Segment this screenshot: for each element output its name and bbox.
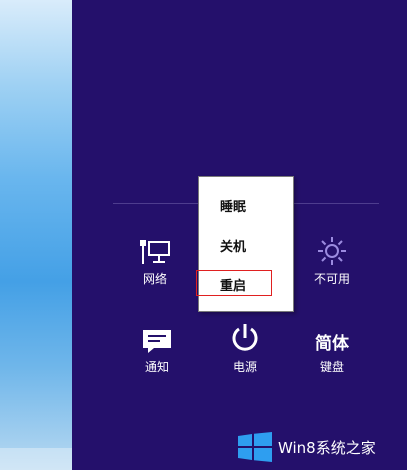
- windows-logo-icon: [238, 432, 272, 462]
- menu-item-shutdown-label: 关机: [220, 240, 247, 255]
- keyboard-layout-text: 简体: [315, 334, 349, 354]
- network-tile[interactable]: 网络: [110, 232, 200, 287]
- brightness-label: 不可用: [313, 272, 350, 286]
- brightness-tile[interactable]: 不可用: [287, 232, 377, 287]
- power-icon: [200, 320, 290, 354]
- keyboard-tile[interactable]: 简体 键盘: [287, 320, 377, 375]
- notifications-icon: [112, 320, 202, 354]
- brightness-icon: [287, 232, 377, 266]
- watermark-logo: Win8系统之家: [238, 432, 376, 462]
- menu-item-restart[interactable]: 重启: [196, 270, 272, 296]
- menu-item-sleep-label: 睡眠: [220, 200, 247, 215]
- watermark-text: Win8系统之家: [278, 438, 376, 457]
- desktop-background: [0, 0, 72, 470]
- keyboard-label: 键盘: [319, 360, 344, 374]
- menu-item-shutdown[interactable]: 关机: [199, 233, 293, 255]
- network-label: 网络: [142, 272, 167, 286]
- notifications-label: 通知: [144, 360, 169, 374]
- network-icon: [110, 232, 200, 266]
- menu-item-restart-label: 重启: [220, 279, 247, 294]
- power-label: 电源: [232, 360, 257, 374]
- notifications-tile[interactable]: 通知: [112, 320, 202, 375]
- power-tile[interactable]: 电源: [200, 320, 290, 375]
- power-menu: 睡眠 关机 重启: [196, 176, 294, 312]
- menu-item-sleep[interactable]: 睡眠: [199, 193, 293, 215]
- keyboard-layout-indicator: 简体: [287, 320, 377, 354]
